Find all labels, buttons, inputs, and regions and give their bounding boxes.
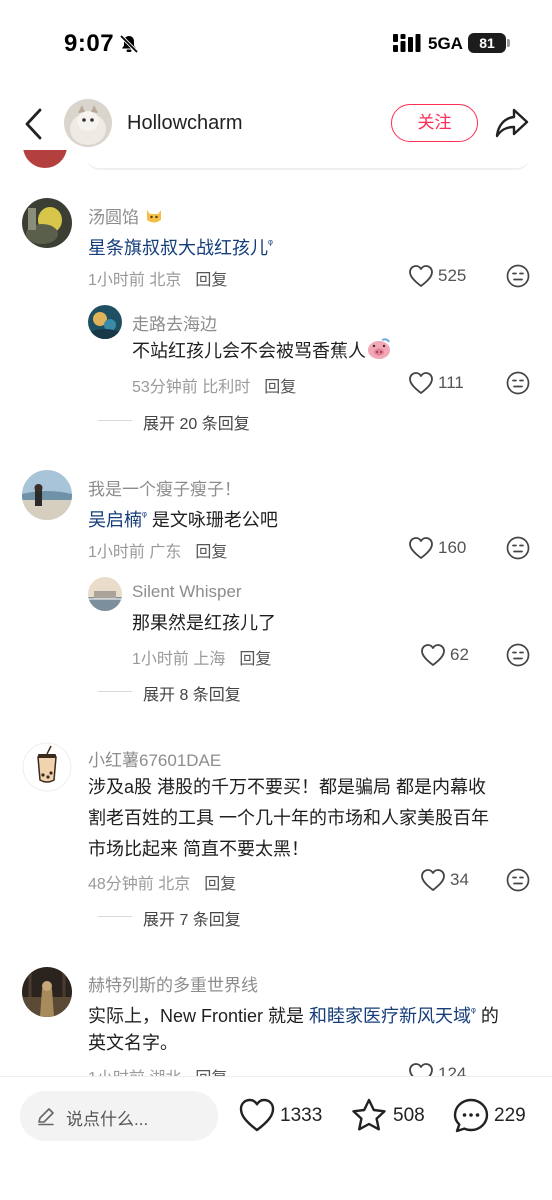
expand-replies-button[interactable]: 展开 7 条回复 <box>143 906 241 930</box>
comment-meta: 1小时前 北京 回复 <box>88 272 228 289</box>
reply-text: 那果然是红孩儿了 <box>132 613 276 633</box>
status-time: 9:07 <box>64 30 115 57</box>
share-icon[interactable] <box>494 106 530 140</box>
comment-text-line: 涉及a股 港股的千万不要买！都是骗局 都是内幕收 <box>88 777 487 797</box>
reply-username[interactable]: Silent Whisper <box>132 582 242 602</box>
expand-divider <box>98 691 132 692</box>
header: Hollowcharm 关注 <box>0 92 552 156</box>
status-bar: 9:07 5GA 81 <box>0 0 552 90</box>
like-count: 34 <box>450 870 469 889</box>
battery-tip <box>507 39 510 47</box>
face-icon[interactable] <box>506 264 530 288</box>
face-icon[interactable] <box>506 371 530 395</box>
favorite-count: 508 <box>393 1105 425 1126</box>
comments-button[interactable]: 229 <box>452 1097 532 1137</box>
comment-text: 吴启楠ᵠ 是文咏珊老公吧 <box>88 510 278 530</box>
like-count: 525 <box>438 266 467 285</box>
comment-count: 229 <box>494 1105 526 1126</box>
heart-icon <box>409 537 433 559</box>
comment-text-line: 市场比起来 简直不要太黑！ <box>88 839 309 859</box>
face-icon[interactable] <box>506 643 530 667</box>
topic-link[interactable]: 吴启楠 <box>88 510 142 530</box>
expand-divider <box>98 420 132 421</box>
like-count: 111 <box>438 373 464 392</box>
comment-text-line: 割老百姓的工具 一个几十年的市场和人家美股百年 <box>88 808 489 828</box>
battery-level: 81 <box>468 33 506 53</box>
topic-link[interactable]: 星条旗叔叔大战红孩儿 <box>88 238 268 258</box>
commenter-name[interactable]: 赫特列斯的多重世界线 <box>88 971 258 996</box>
commenter-name[interactable]: 我是一个瘦子瘦子！ <box>88 475 241 500</box>
like-count: 160 <box>438 538 467 557</box>
like-post-button[interactable]: 1333 <box>238 1097 328 1137</box>
topic-link[interactable]: 和睦家医疗新风天域 <box>309 1006 471 1026</box>
reply-button[interactable]: 回复 <box>264 379 296 396</box>
bottom-action-bar: 说点什么... 1333 508 229 <box>0 1076 552 1200</box>
search-icon: ᵠ <box>268 238 273 250</box>
expand-replies-button[interactable]: 展开 20 条回复 <box>143 410 250 434</box>
expand-divider <box>98 916 132 917</box>
like-button[interactable]: 62 <box>420 643 492 669</box>
reply-text: 不站红孩儿会不会被骂香蕉人 <box>132 335 392 367</box>
pig-emoji-icon <box>366 337 392 361</box>
author-avatar[interactable] <box>64 99 112 147</box>
heart-icon <box>421 644 445 666</box>
previous-comment-card-edge <box>86 156 530 170</box>
like-count: 62 <box>450 645 469 664</box>
like-button[interactable]: 34 <box>420 868 492 894</box>
reply-username[interactable]: 走路去海边 <box>132 310 217 335</box>
comment-meta: 48分钟前 北京 回复 <box>88 876 237 893</box>
network-type: 5GA <box>428 34 463 53</box>
comment-meta: 1小时前 广东 回复 <box>88 544 228 561</box>
reply-avatar[interactable] <box>88 577 122 611</box>
commenter-avatar[interactable] <box>22 198 72 248</box>
face-icon[interactable] <box>506 868 530 892</box>
bell-mute-icon <box>119 34 139 54</box>
comment-text: 星条旗叔叔大战红孩儿ᵠ <box>88 228 273 264</box>
back-icon[interactable] <box>18 104 50 144</box>
post-like-count: 1333 <box>280 1105 323 1126</box>
star-icon <box>352 1098 386 1131</box>
reply-button[interactable]: 回复 <box>239 651 271 668</box>
comment-input[interactable]: 说点什么... <box>20 1091 218 1141</box>
comment-input-placeholder: 说点什么... <box>66 1110 149 1129</box>
heart-icon <box>239 1098 275 1132</box>
commenter-avatar[interactable] <box>22 967 72 1017</box>
reply-button[interactable]: 回复 <box>195 272 227 289</box>
reply-meta: 53分钟前 比利时 回复 <box>132 379 297 396</box>
expand-replies-button[interactable]: 展开 8 条回复 <box>143 681 241 705</box>
reply-button[interactable]: 回复 <box>195 544 227 561</box>
heart-icon <box>421 869 445 891</box>
reply-meta: 1小时前 上海 回复 <box>132 651 272 668</box>
comment-icon <box>453 1098 489 1133</box>
face-icon[interactable] <box>506 536 530 560</box>
favorite-button[interactable]: 508 <box>350 1097 430 1137</box>
heart-icon <box>409 372 433 394</box>
pencil-icon <box>38 1108 54 1126</box>
reply-button[interactable]: 回复 <box>204 876 236 893</box>
comment-text-line: 英文名字。 <box>88 1033 178 1053</box>
cat-emoji-icon <box>144 206 164 226</box>
previous-comment-avatar <box>22 150 68 170</box>
heart-icon <box>409 265 433 287</box>
like-button[interactable]: 525 <box>408 264 480 290</box>
follow-button[interactable]: 关注 <box>391 104 478 142</box>
signal-icon <box>393 34 421 52</box>
commenter-avatar[interactable] <box>22 742 72 792</box>
commenter-name[interactable]: 汤圆馅 <box>88 203 164 228</box>
author-name[interactable]: Hollowcharm <box>127 112 243 135</box>
commenter-avatar[interactable] <box>22 470 72 520</box>
like-button[interactable]: 160 <box>408 536 480 562</box>
reply-avatar[interactable] <box>88 305 122 339</box>
like-button[interactable]: 111 <box>408 371 480 397</box>
commenter-name[interactable]: 小红薯67601DAE <box>88 746 221 771</box>
